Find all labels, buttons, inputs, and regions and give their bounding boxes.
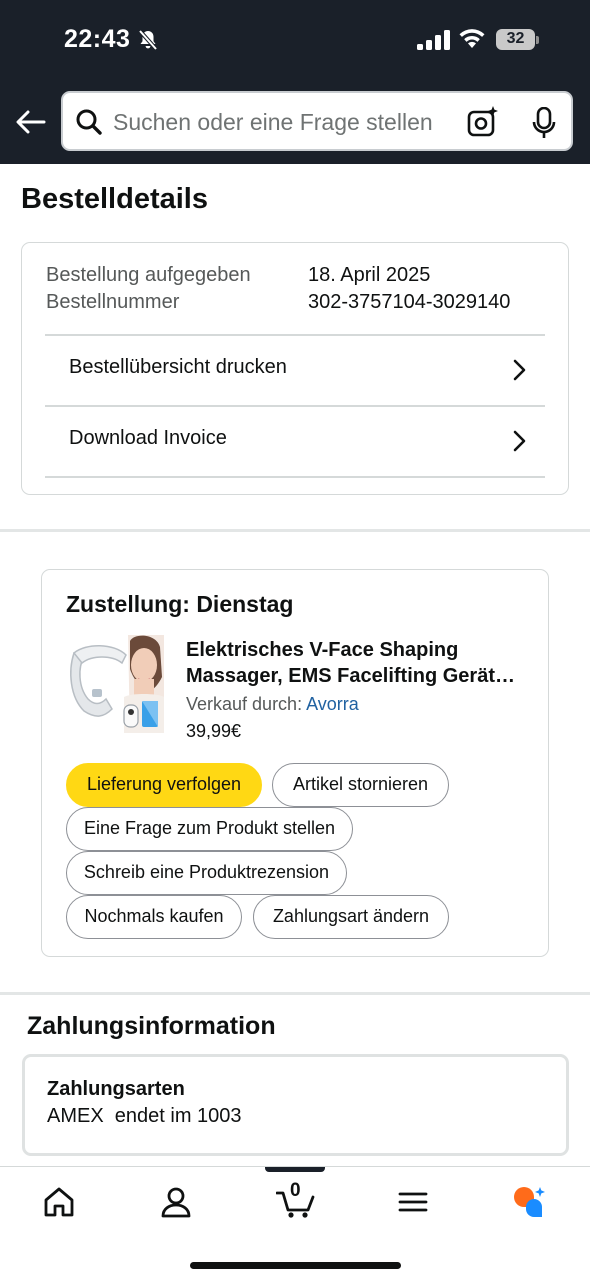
ask-product-question-button[interactable]: Eine Frage zum Produkt stellen: [66, 807, 353, 851]
battery-icon: 32: [496, 29, 540, 51]
microphone-icon[interactable]: [531, 107, 557, 139]
camera-search-icon[interactable]: [467, 106, 499, 138]
account-icon[interactable]: [159, 1185, 193, 1219]
product-image[interactable]: [68, 635, 164, 733]
section-separator: [0, 992, 590, 995]
download-invoice-link[interactable]: Download Invoice: [45, 407, 545, 477]
payment-card: Zahlungsarten AMEX endet im 1003: [22, 1054, 569, 1156]
seller-line: Verkauf durch: Avorra: [186, 694, 359, 715]
download-invoice-label: Download Invoice: [69, 427, 227, 449]
product-price: 39,99€: [186, 721, 242, 741]
seller-label: Verkauf durch:: [186, 694, 303, 714]
signal-icon: [417, 30, 450, 50]
cart-count: 0: [290, 1180, 301, 1201]
payment-card-value: AMEX endet im 1003: [47, 1105, 242, 1127]
order-summary-card: Bestellung aufgegeben 18. April 2025 Bes…: [21, 242, 569, 495]
active-tab-indicator: [265, 1167, 325, 1172]
status-time: 22:43: [64, 25, 131, 53]
shipment-card: Zustellung: Dienstag Elektrisches V-Face…: [41, 569, 549, 957]
page-title: Bestelldetails: [21, 183, 208, 215]
app-header: 22:43 32: [0, 0, 590, 164]
product-title[interactable]: Elektrisches V-Face Shaping Massager, EM…: [186, 637, 526, 689]
back-arrow-icon[interactable]: [14, 108, 46, 136]
search-icon: [76, 109, 102, 135]
rufus-assistant-icon[interactable]: [510, 1185, 548, 1221]
bell-muted-icon: [138, 29, 158, 51]
divider: [45, 476, 545, 478]
change-payment-button[interactable]: Zahlungsart ändern: [253, 895, 449, 939]
order-date-label: Bestellung aufgegeben: [46, 264, 251, 286]
delivery-title: Zustellung: Dienstag: [66, 591, 294, 617]
wifi-icon: [459, 29, 485, 48]
order-number-label: Bestellnummer: [46, 291, 180, 313]
buy-again-button[interactable]: Nochmals kaufen: [66, 895, 242, 939]
home-icon[interactable]: [42, 1185, 76, 1219]
order-number-value: 302-3757104-3029140: [308, 291, 511, 313]
section-separator: [0, 529, 590, 532]
seller-link[interactable]: Avorra: [306, 694, 359, 714]
print-order-summary-label: Bestellübersicht drucken: [69, 356, 287, 378]
order-date-value: 18. April 2025: [308, 264, 431, 286]
print-order-summary-link[interactable]: Bestellübersicht drucken: [45, 336, 545, 406]
cancel-item-button[interactable]: Artikel stornieren: [272, 763, 449, 807]
home-indicator: [190, 1262, 401, 1269]
search-bar[interactable]: [61, 91, 573, 151]
menu-icon[interactable]: [396, 1185, 430, 1219]
battery-level: 32: [506, 30, 525, 47]
payment-methods-label: Zahlungsarten: [47, 1078, 185, 1100]
write-review-button[interactable]: Schreib eine Produktrezension: [66, 851, 347, 895]
payment-heading: Zahlungsinformation: [27, 1012, 276, 1040]
chevron-right-icon: [513, 430, 526, 452]
search-input[interactable]: [113, 109, 453, 136]
chevron-right-icon: [513, 359, 526, 381]
track-package-button[interactable]: Lieferung verfolgen: [66, 763, 262, 807]
